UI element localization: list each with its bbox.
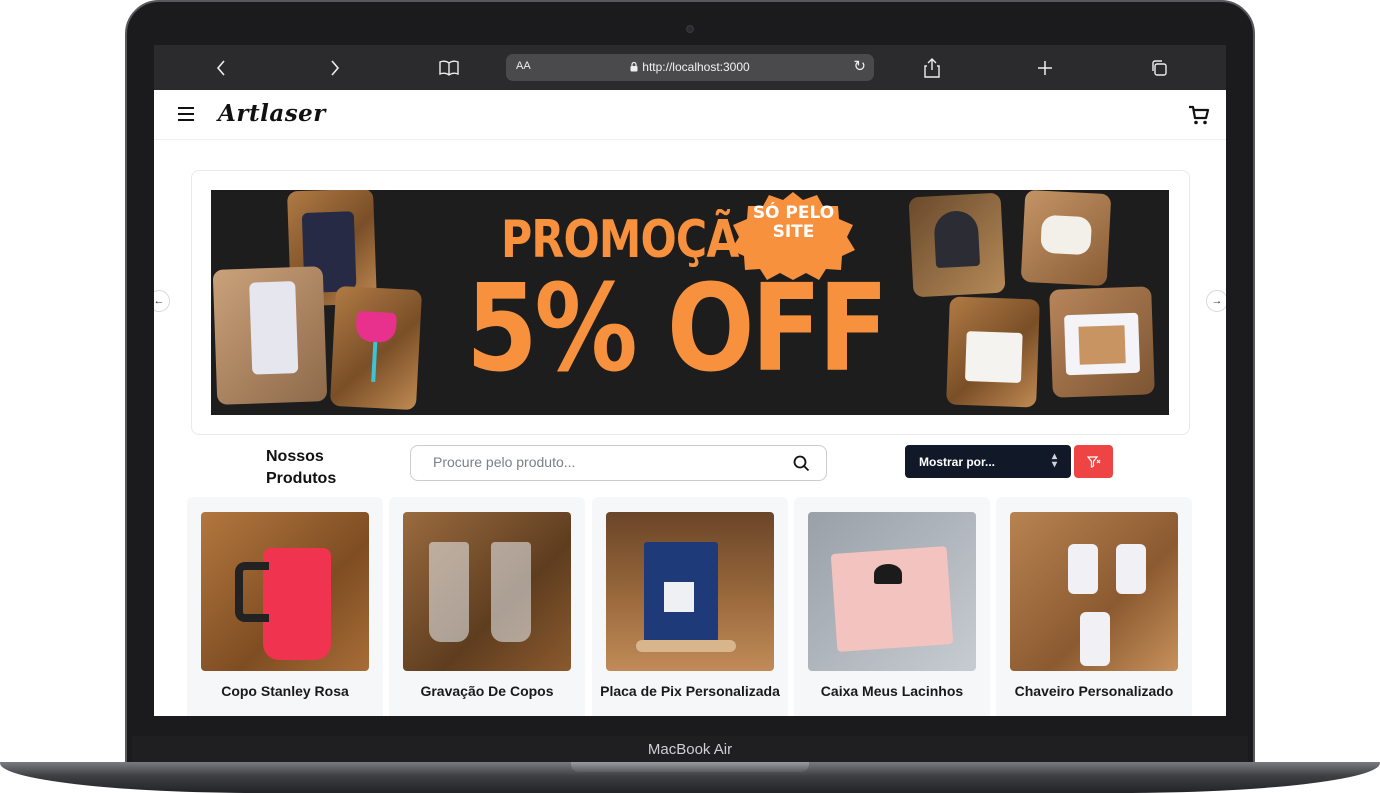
section-title: Nossos Produtos [266, 448, 337, 487]
sort-select[interactable]: Mostrar por... ▴ ▾ [905, 445, 1071, 478]
address-bar[interactable]: AA http://localhost:3000 ↻ [506, 54, 874, 81]
device-label: MacBook Air [647, 741, 733, 758]
product-image[interactable] [201, 512, 369, 671]
product-name[interactable]: Caixa Meus Lacinhos [800, 679, 984, 703]
product-card[interactable]: Gravação De Copos [389, 497, 585, 716]
product-name[interactable]: Placa de Pix Personalizada [598, 679, 782, 703]
product-image[interactable] [606, 512, 774, 671]
reload-icon[interactable]: ↻ [853, 57, 866, 75]
site-header: Artlaser [154, 90, 1226, 140]
banner-photo-trophy [908, 192, 1006, 298]
search-icon[interactable] [793, 455, 810, 472]
banner-photo-white-cup [212, 266, 328, 405]
banner-photo-picture-frame [1049, 286, 1155, 398]
product-image[interactable] [403, 512, 571, 671]
url-value: http://localhost:3000 [642, 60, 750, 74]
product-card[interactable]: Copo Stanley Rosa [187, 497, 383, 716]
product-image[interactable] [808, 512, 976, 671]
product-name[interactable]: Chaveiro Personalizado [1002, 679, 1186, 703]
book-icon [439, 60, 459, 76]
banner-photo-gift-box [946, 296, 1040, 408]
cart-icon[interactable] [1188, 104, 1210, 126]
laptop-notch [571, 762, 809, 772]
filter-icon [1086, 455, 1100, 468]
share-icon [924, 58, 940, 78]
promo-offer: 5% OFF [466, 260, 889, 399]
chevron-up-down-icon: ▴ ▾ [1051, 451, 1057, 470]
filter-button[interactable] [1074, 445, 1113, 478]
bookmarks-button[interactable] [436, 55, 462, 81]
carousel-next-button[interactable]: → [1206, 290, 1226, 312]
tabs-button[interactable] [1146, 55, 1172, 81]
promo-banner[interactable]: PROMOÇÃO SÓ PELO SITE 5% OFF [211, 190, 1169, 415]
chevron-left-icon [216, 60, 225, 76]
sort-select-label: Mostrar por... [919, 455, 996, 469]
url-text: http://localhost:3000 [506, 60, 874, 74]
product-card[interactable]: Chaveiro Personalizado [996, 497, 1192, 716]
product-card[interactable]: Placa de Pix Personalizada [592, 497, 788, 716]
promo-badge: SÓ PELO SITE [752, 203, 835, 242]
back-button[interactable] [208, 55, 234, 81]
new-tab-button[interactable] [1032, 55, 1058, 81]
chevron-right-icon [331, 60, 340, 76]
search-bar[interactable] [410, 445, 827, 481]
screen: AA http://localhost:3000 ↻ Artlaser ← → [154, 45, 1226, 716]
camera [686, 25, 694, 33]
product-name[interactable]: Gravação De Copos [395, 679, 579, 703]
banner-photo-heart-frame [1020, 190, 1112, 287]
logo[interactable]: Artlaser [218, 100, 326, 127]
browser-toolbar: AA http://localhost:3000 ↻ [154, 45, 1226, 90]
tabs-icon [1152, 60, 1167, 76]
banner-photo-wine-glass [329, 285, 423, 411]
lock-icon [630, 61, 638, 72]
carousel-prev-button[interactable]: ← [154, 290, 170, 312]
forward-button[interactable] [322, 55, 348, 81]
plus-icon [1038, 61, 1052, 75]
product-image[interactable] [1010, 512, 1178, 671]
product-name[interactable]: Copo Stanley Rosa [193, 679, 377, 703]
share-button[interactable] [919, 55, 945, 81]
menu-icon[interactable] [178, 107, 194, 121]
product-card[interactable]: Caixa Meus Lacinhos [794, 497, 990, 716]
search-input[interactable] [433, 454, 773, 470]
